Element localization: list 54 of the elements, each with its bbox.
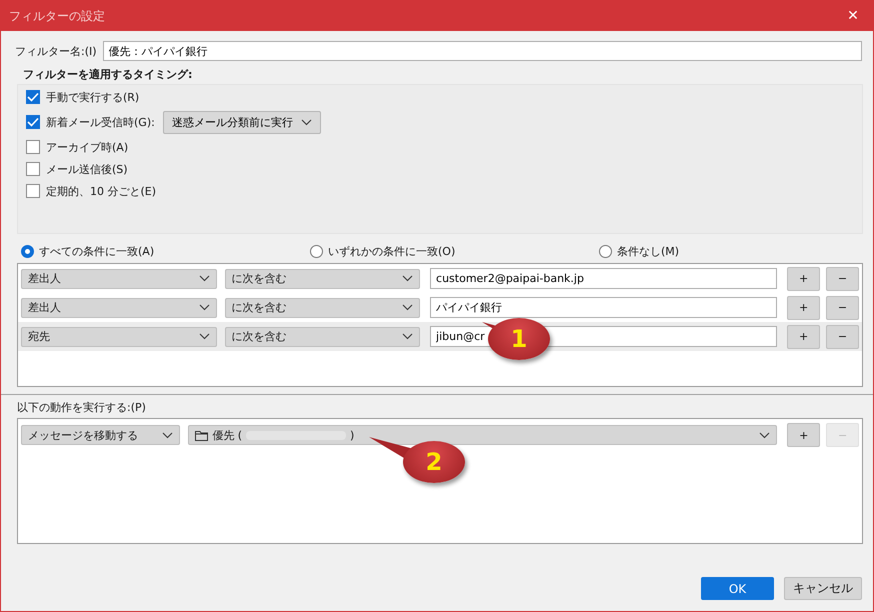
operator-dropdown[interactable]: に次を含む xyxy=(224,326,420,346)
checkbox[interactable] xyxy=(26,115,40,129)
checkbox[interactable] xyxy=(26,90,40,104)
add-button[interactable]: + xyxy=(787,296,820,320)
chevron-down-icon xyxy=(198,275,210,282)
checkbox[interactable] xyxy=(26,184,40,198)
radio-button[interactable] xyxy=(21,245,34,258)
checkbox-label: アーカイブ時(A) xyxy=(46,140,128,154)
timing-label: フィルターを適用するタイミング: xyxy=(23,67,194,82)
checkbox-label: 定期的、10 分ごと(E) xyxy=(46,184,156,198)
value-field[interactable]: パイパイ銀行 xyxy=(430,297,778,318)
chevron-down-icon xyxy=(759,432,770,438)
chevron-down-icon xyxy=(198,333,210,340)
chevron-down-icon xyxy=(162,432,174,438)
chevron-down-icon xyxy=(198,304,210,311)
chevron-down-icon xyxy=(402,304,414,311)
add-button[interactable]: + xyxy=(787,266,820,290)
add-button[interactable]: + xyxy=(787,324,820,348)
radio-label: いずれかの条件に一致(O) xyxy=(328,244,456,259)
radio-button[interactable] xyxy=(599,245,612,258)
ok-button[interactable]: OK xyxy=(701,577,774,600)
cancel-button[interactable]: キャンセル xyxy=(784,577,862,600)
folder-dropdown[interactable]: 優先 ( ) xyxy=(188,425,778,445)
condition-row[interactable]: 差出人 に次を含む パイパイ銀行 + − xyxy=(18,293,862,322)
radio-label: すべての条件に一致(A) xyxy=(39,244,154,259)
field-dropdown[interactable]: 差出人 xyxy=(21,298,217,318)
radio-label: 条件なし(M) xyxy=(617,244,680,259)
remove-button[interactable]: − xyxy=(826,266,859,290)
action-dropdown[interactable]: メッセージを移動する xyxy=(21,425,180,445)
checkbox-label: 新着メール受信時(G): xyxy=(46,114,155,130)
chevron-down-icon xyxy=(300,118,312,126)
checkbox-label: メール送信後(S) xyxy=(46,162,128,176)
window-title: フィルターの設定 xyxy=(8,8,105,24)
checkbox[interactable] xyxy=(26,140,40,154)
checkbox[interactable] xyxy=(26,162,40,176)
operator-dropdown[interactable]: に次を含む xyxy=(224,298,420,318)
value-field[interactable]: customer2@paipai-bank.jp xyxy=(430,268,778,289)
chevron-down-icon xyxy=(402,333,414,340)
field-dropdown[interactable]: 差出人 xyxy=(21,268,217,288)
close-button[interactable]: ✕ xyxy=(833,1,873,31)
radio-button[interactable] xyxy=(310,245,323,258)
add-button[interactable]: + xyxy=(787,423,820,447)
remove-button[interactable]: − xyxy=(826,324,859,348)
filter-name-field[interactable]: 優先：パイパイ銀行 xyxy=(102,41,862,61)
chevron-down-icon xyxy=(402,275,414,282)
operator-dropdown[interactable]: に次を含む xyxy=(224,268,420,288)
timing-dropdown[interactable]: 迷惑メール分類前に実行 xyxy=(162,110,321,134)
actions-label: 以下の動作を実行する:(P) xyxy=(17,400,147,415)
field-dropdown[interactable]: 宛先 xyxy=(21,326,217,346)
folder-icon xyxy=(195,430,208,440)
condition-row[interactable]: 差出人 に次を含む customer2@paipai-bank.jp + − xyxy=(18,264,862,293)
checkbox-label: 手動で実行する(R) xyxy=(46,90,140,104)
remove-button[interactable]: − xyxy=(826,296,859,320)
filter-name-label: フィルター名:(I) xyxy=(15,44,97,58)
